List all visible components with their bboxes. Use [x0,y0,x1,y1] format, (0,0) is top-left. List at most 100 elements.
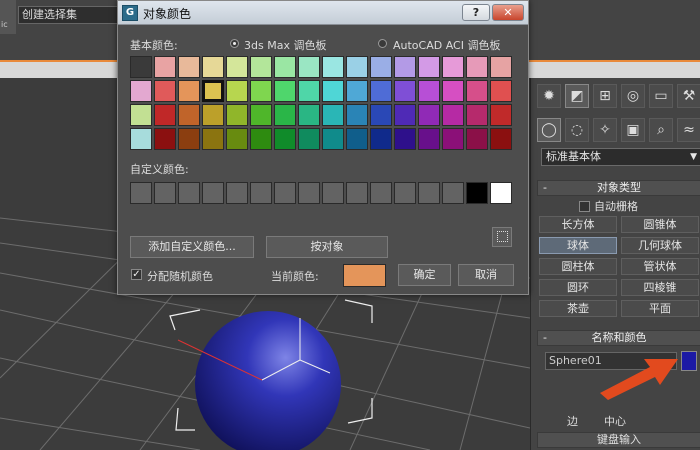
palette-3dsmax-label[interactable]: 3ds Max 调色板 [244,37,326,53]
basic-color-swatch[interactable] [370,80,392,102]
close-button[interactable]: ✕ [492,4,524,21]
shapes-icon[interactable]: ◌ [565,118,589,142]
name-color-rollout[interactable]: - 名称和颜色 [537,330,700,346]
eyedropper-icon[interactable] [492,227,512,247]
by-object-button[interactable]: 按对象 [266,236,388,258]
palette-3dsmax-radio[interactable] [230,39,239,48]
palette-autocad-label[interactable]: AutoCAD ACI 调色板 [393,37,500,53]
basic-color-swatch[interactable] [178,104,200,126]
basic-color-swatch[interactable] [490,56,512,78]
custom-color-swatch[interactable] [322,182,344,204]
object-type-button[interactable]: 管状体 [621,258,699,275]
custom-color-swatch[interactable] [418,182,440,204]
basic-color-swatch[interactable] [322,56,344,78]
ok-button[interactable]: 确定 [398,264,451,286]
basic-color-swatch[interactable] [346,80,368,102]
basic-color-swatch[interactable] [202,80,224,102]
basic-color-swatch[interactable] [298,80,320,102]
custom-color-swatch[interactable] [178,182,200,204]
object-type-button[interactable]: 四棱锥 [621,279,699,296]
object-type-button[interactable]: 圆柱体 [539,258,617,275]
object-type-button[interactable]: 圆环 [539,279,617,296]
basic-color-swatch[interactable] [226,80,248,102]
custom-color-swatch[interactable] [298,182,320,204]
create-tab-icon[interactable]: ✹ [537,84,561,108]
autogrid-row[interactable]: 自动栅格 [579,198,638,214]
custom-color-swatch[interactable] [466,182,488,204]
basic-color-swatch[interactable] [442,80,464,102]
object-type-button[interactable]: 球体 [539,237,617,254]
custom-color-swatch[interactable] [130,182,152,204]
hierarchy-tab-icon[interactable]: ⊞ [593,84,617,108]
basic-color-swatch[interactable] [130,80,152,102]
basic-color-swatch[interactable] [154,104,176,126]
object-type-button[interactable]: 几何球体 [621,237,699,254]
custom-color-swatch[interactable] [154,182,176,204]
basic-color-swatch[interactable] [418,128,440,150]
basic-color-swatch[interactable] [418,104,440,126]
basic-color-swatch[interactable] [154,56,176,78]
basic-color-swatch[interactable] [394,104,416,126]
basic-color-swatch[interactable] [130,56,152,78]
basic-color-swatch[interactable] [442,56,464,78]
custom-color-swatch[interactable] [370,182,392,204]
display-tab-icon[interactable]: ▭ [649,84,673,108]
basic-color-swatch[interactable] [130,104,152,126]
object-type-button[interactable]: 圆锥体 [621,216,699,233]
helpers-icon[interactable]: ⌕ [649,118,673,142]
toolbar-mini-button[interactable]: ic [0,0,16,34]
object-color-swatch[interactable] [681,351,697,371]
cancel-button[interactable]: 取消 [458,264,514,286]
basic-color-swatch[interactable] [178,56,200,78]
basic-color-swatch[interactable] [298,128,320,150]
custom-color-swatch[interactable] [226,182,248,204]
basic-color-swatch[interactable] [322,80,344,102]
basic-color-swatch[interactable] [418,80,440,102]
geometry-icon[interactable]: ◯ [537,118,561,142]
selection-set-field[interactable]: 创建选择集 [18,6,118,24]
basic-color-swatch[interactable] [466,80,488,102]
basic-color-swatch[interactable] [202,56,224,78]
basic-color-swatch[interactable] [274,80,296,102]
basic-color-swatch[interactable] [202,104,224,126]
motion-tab-icon[interactable]: ◎ [621,84,645,108]
custom-color-swatch[interactable] [346,182,368,204]
object-type-rollout[interactable]: - 对象类型 [537,180,700,196]
basic-color-swatch[interactable] [322,104,344,126]
object-type-button[interactable]: 茶壶 [539,300,617,317]
basic-color-swatch[interactable] [346,56,368,78]
custom-color-swatch[interactable] [202,182,224,204]
basic-color-swatch[interactable] [346,128,368,150]
basic-color-swatch[interactable] [442,128,464,150]
basic-color-swatch[interactable] [178,80,200,102]
basic-color-swatch[interactable] [274,128,296,150]
basic-color-swatch[interactable] [370,56,392,78]
basic-color-swatch[interactable] [250,80,272,102]
basic-color-swatch[interactable] [226,128,248,150]
basic-color-swatch[interactable] [370,104,392,126]
basic-color-swatch[interactable] [370,128,392,150]
basic-color-swatch[interactable] [490,104,512,126]
basic-color-swatch[interactable] [466,56,488,78]
basic-color-swatch[interactable] [226,56,248,78]
object-type-button[interactable]: 平面 [621,300,699,317]
basic-color-swatch[interactable] [274,104,296,126]
basic-color-swatch[interactable] [394,128,416,150]
basic-color-swatch[interactable] [154,80,176,102]
basic-color-swatch[interactable] [250,104,272,126]
primitive-type-dropdown[interactable]: 标准基本体 ▼ [541,148,700,166]
basic-color-swatch[interactable] [250,128,272,150]
spacewarps-icon[interactable]: ≈ [677,118,700,142]
assign-random-checkbox[interactable] [131,269,142,280]
custom-color-swatch[interactable] [442,182,464,204]
basic-color-swatch[interactable] [322,128,344,150]
basic-color-swatch[interactable] [346,104,368,126]
add-custom-color-button[interactable]: 添加自定义颜色... [130,236,254,258]
basic-color-swatch[interactable] [226,104,248,126]
palette-autocad-radio[interactable] [378,39,387,48]
utilities-tab-icon[interactable]: ⚒ [677,84,700,108]
help-button[interactable]: ? [462,4,490,21]
keyboard-entry-rollout[interactable]: 键盘输入 [537,432,700,448]
basic-color-swatch[interactable] [466,128,488,150]
custom-color-swatch[interactable] [250,182,272,204]
